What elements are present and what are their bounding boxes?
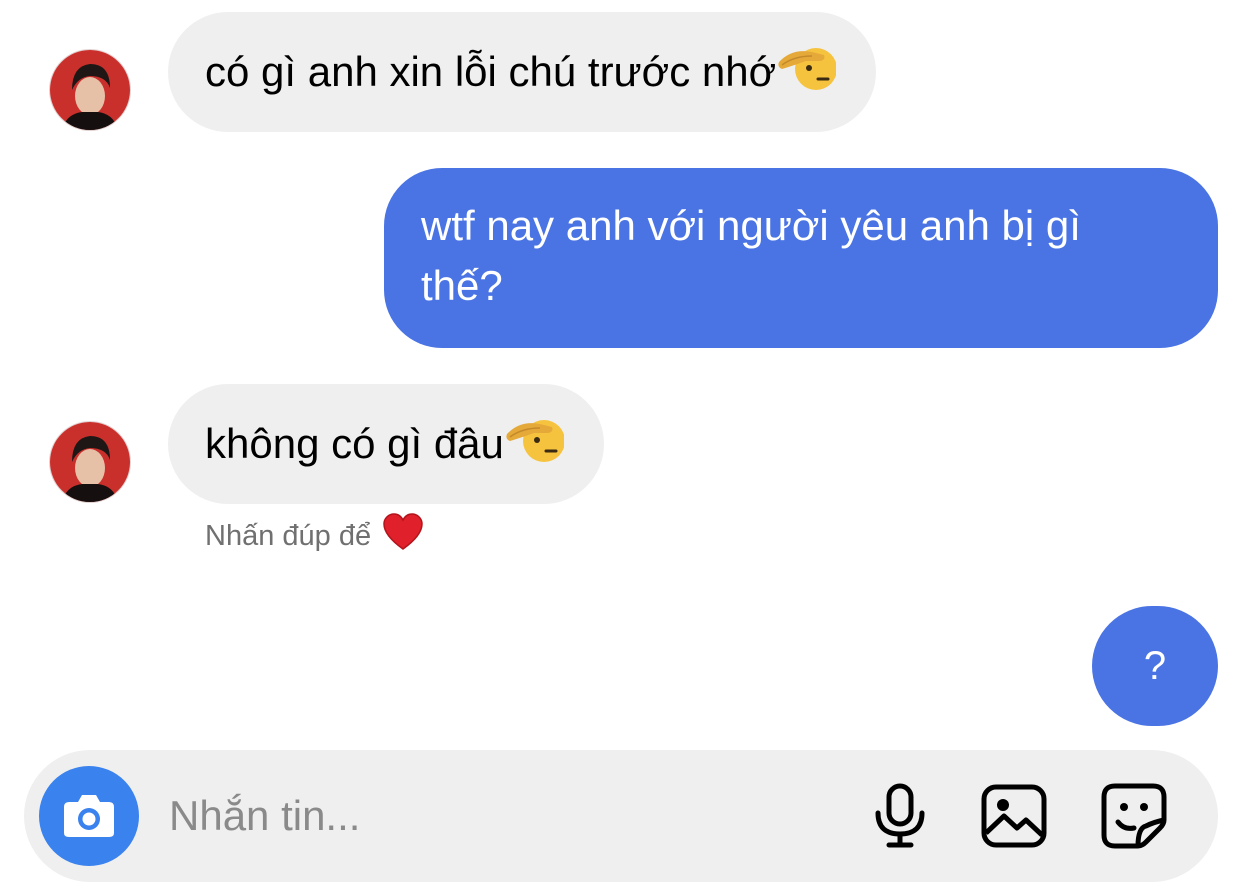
outgoing-message-bubble[interactable]: ? — [1092, 606, 1218, 726]
image-icon — [981, 784, 1047, 848]
hint-text: Nhấn đúp để — [205, 519, 372, 552]
camera-icon — [64, 795, 114, 837]
double-tap-hint: Nhấn đúp để — [205, 513, 423, 559]
message-text-line: wtf nay anh với người yêu anh bị gì — [421, 202, 1081, 249]
microphone-button[interactable] — [864, 780, 936, 852]
avatar[interactable] — [50, 50, 130, 130]
saluting-face-emoji — [506, 414, 565, 466]
incoming-message-bubble[interactable]: không có gì đâu — [168, 384, 604, 504]
message-text-line: thế? — [421, 262, 503, 309]
saluting-face-emoji — [778, 42, 838, 94]
sticker-icon — [1101, 783, 1167, 849]
microphone-icon — [875, 783, 925, 848]
incoming-message-bubble[interactable]: có gì anh xin lỗi chú trước nhớ — [168, 12, 877, 132]
heart-icon[interactable] — [383, 513, 423, 559]
avatar[interactable] — [50, 422, 130, 502]
message-text: không có gì đâu — [205, 420, 504, 467]
gallery-button[interactable] — [978, 780, 1050, 852]
message-input[interactable]: Nhắn tin... — [169, 790, 360, 842]
outgoing-message-bubble[interactable]: wtf nay anh với người yêu anh bị gì thế? — [384, 168, 1218, 348]
sticker-button[interactable] — [1098, 780, 1170, 852]
message-text: có gì anh xin lỗi chú trước nhớ — [205, 48, 777, 95]
message-text: ? — [1143, 644, 1167, 688]
message-composer: Nhắn tin... — [24, 750, 1218, 882]
camera-button[interactable] — [39, 766, 139, 866]
